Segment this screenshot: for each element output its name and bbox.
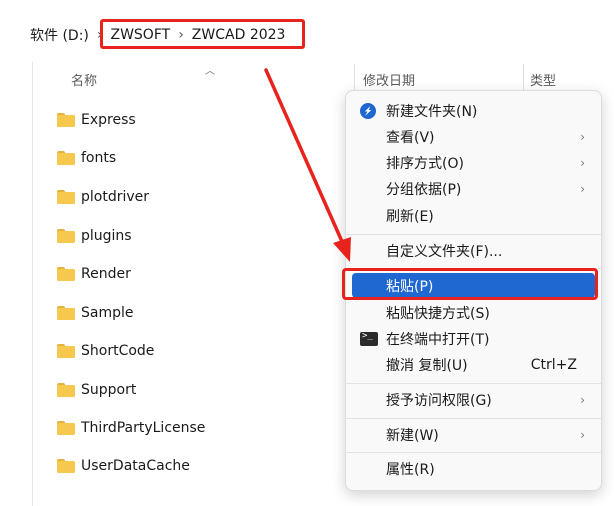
annotation-arrow-icon	[264, 68, 351, 262]
